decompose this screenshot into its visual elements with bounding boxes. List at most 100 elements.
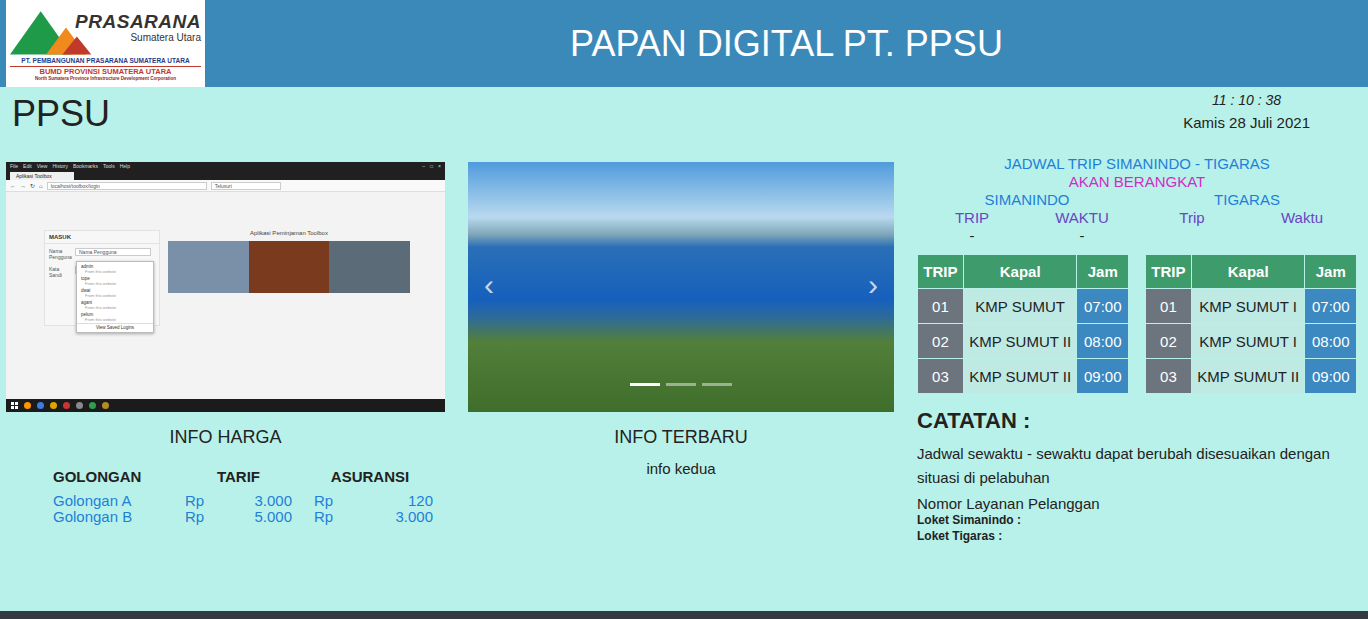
table-cell: 02	[918, 324, 964, 359]
table-cell: 08:00	[1077, 324, 1129, 359]
table-cell: 09:00	[1077, 359, 1129, 394]
port-label: TRIP	[917, 209, 1027, 227]
menu-item[interactable]: Tools	[103, 162, 115, 171]
port-label: Trip	[1137, 209, 1247, 227]
clock-date: Kamis 28 Juli 2021	[1183, 114, 1310, 131]
nav-button[interactable]: ⌂	[39, 183, 43, 189]
table-header-row: TRIPKapalJam	[1146, 255, 1357, 289]
app-icon[interactable]	[24, 402, 31, 409]
window-control[interactable]: –	[422, 162, 425, 171]
top-row: PPSU11 : 10 : 38Kamis 28 Juli 2021	[0, 87, 1368, 155]
table-cell: KMP SUMUT I	[1191, 324, 1305, 359]
login-row: Nama PenggunaNama Pengguna	[45, 244, 159, 262]
loket-line: Loket Tigaras :	[917, 528, 1357, 544]
port-name: SIMANINDO	[917, 191, 1137, 209]
table-header: TRIP	[1146, 255, 1192, 289]
app-icon[interactable]	[102, 402, 109, 409]
columns: File Edit View History Bookmarks Tools Help –□ ×…	[0, 155, 1368, 611]
nav-button[interactable]: ↻	[30, 182, 35, 189]
window-control[interactable]: □	[430, 162, 433, 171]
app-icon[interactable]	[76, 402, 83, 409]
table-cell: 02	[1146, 324, 1192, 359]
banner-photo	[249, 241, 330, 293]
info-harga-title: INFO HARGA	[6, 427, 445, 448]
app-icon[interactable]	[50, 402, 57, 409]
right-column: JADWAL TRIP SIMANINDO - TIGARASAKAN BERA…	[917, 155, 1357, 611]
port-values: --	[917, 227, 1137, 245]
app-icon[interactable]	[37, 402, 44, 409]
carousel-indicator[interactable]	[666, 383, 696, 386]
app-icon[interactable]	[63, 402, 70, 409]
address-bar: ← → ↻ ⌂ localhost/toolbox/login Telusuri	[6, 180, 445, 192]
login-label: Kata Sandi	[49, 266, 71, 278]
table-cell: 01	[1146, 289, 1192, 324]
port: SIMANINDOTRIPWAKTU--	[917, 191, 1137, 245]
tab-bar: Aplikasi Toolbox	[6, 171, 445, 180]
table-cell: KMP SUMUT	[963, 289, 1077, 324]
table-cell: 07:00	[1077, 289, 1129, 324]
carousel-indicator[interactable]	[702, 383, 732, 386]
menu-item[interactable]: Bookmarks	[73, 162, 98, 171]
address-field[interactable]: localhost/toolbox/login	[47, 182, 207, 190]
table-header: Jam	[1077, 255, 1129, 289]
carousel-indicator[interactable]	[630, 383, 660, 386]
app-banner: Aplikasi Peminjaman Toolbox	[168, 230, 410, 399]
app-body: MASUKNama PenggunaNama PenggunaKata Sand…	[6, 192, 445, 399]
saved-logins[interactable]: View Saved Logins	[77, 323, 153, 331]
autofill-note: From this website	[81, 269, 149, 274]
nav-button[interactable]: ←	[10, 183, 16, 189]
menu-item[interactable]: File	[10, 162, 18, 171]
table-cell: 07:00	[1305, 289, 1357, 324]
autofill-note: From this website	[81, 305, 149, 310]
browser-tab[interactable]: Aplikasi Toolbox	[10, 172, 74, 180]
clock: 11 : 10 : 38 Kamis 28 Juli 2021	[1183, 92, 1310, 131]
menu-bar: File Edit View History Bookmarks Tools Help –□ ×	[6, 162, 445, 171]
window-control[interactable]: ×	[438, 162, 441, 171]
carousel-next[interactable]: ›	[868, 270, 878, 300]
login-input[interactable]: Nama Pengguna	[75, 248, 151, 256]
menu-item[interactable]: Edit	[23, 162, 32, 171]
nav-button[interactable]: →	[20, 183, 26, 189]
carousel-indicators	[468, 383, 894, 386]
info-terbaru-text: info kedua	[646, 460, 715, 477]
info-terbaru-title: INFO TERBARU	[614, 427, 748, 448]
footer-bar	[0, 611, 1368, 619]
logo-sub: Sumatera Utara	[130, 32, 201, 43]
app-icon[interactable]	[89, 402, 96, 409]
left-column: File Edit View History Bookmarks Tools Help –□ ×…	[6, 155, 445, 611]
carousel-prev[interactable]: ‹	[484, 270, 494, 300]
table-header: TRIP	[918, 255, 964, 289]
table-row: 03KMP SUMUT II09:00	[918, 359, 1129, 394]
logo-line: BUMD PROVINSI SUMATERA UTARA	[10, 67, 201, 77]
price-asuransi: Rp3.000	[300, 509, 440, 525]
schedule-status: AKAN BERANGKAT	[917, 173, 1357, 191]
price-asuransi: Rp120	[300, 493, 440, 509]
logo-name: PRASARANA	[75, 12, 201, 32]
taskbar	[6, 399, 445, 412]
autofill-item[interactable]: adminFrom this website	[77, 263, 153, 275]
table-cell: KMP SUMUT I	[1191, 289, 1305, 324]
carousel-photo: ‹›	[468, 162, 894, 412]
table-cell: KMP SUMUT II	[963, 324, 1077, 359]
table-header: Jam	[1305, 255, 1357, 289]
autofill-item[interactable]: topeFrom this website	[77, 275, 153, 287]
header: PRASARANASumatera UtaraPT. PEMBANGUNAN P…	[0, 0, 1368, 87]
notes-text: Jadwal sewaktu - sewaktu dapat berubah d…	[917, 442, 1357, 490]
menu-item[interactable]: Help	[120, 162, 130, 171]
price-header: ASURANSI	[300, 468, 440, 485]
autofill-item[interactable]: pelumFrom this website	[77, 311, 153, 323]
table-cell: 01	[918, 289, 964, 324]
header-title: PAPAN DIGITAL PT. PPSU	[205, 23, 1368, 65]
price-header: TARIF	[177, 468, 300, 485]
menu-item[interactable]: History	[52, 162, 68, 171]
autofill-item[interactable]: dwaiFrom this website	[77, 287, 153, 299]
autofill-item[interactable]: aganiFrom this website	[77, 299, 153, 311]
port-value: -	[1027, 227, 1137, 245]
search-field[interactable]: Telusuri	[211, 182, 281, 190]
windows-icon[interactable]	[11, 402, 18, 409]
table-header: Kapal	[1191, 255, 1305, 289]
menu-item[interactable]: View	[37, 162, 48, 171]
clock-time: 11 : 10 : 38	[1183, 92, 1310, 108]
port-label: Waktu	[1247, 209, 1357, 227]
logo: PRASARANASumatera UtaraPT. PEMBANGUNAN P…	[6, 0, 205, 87]
